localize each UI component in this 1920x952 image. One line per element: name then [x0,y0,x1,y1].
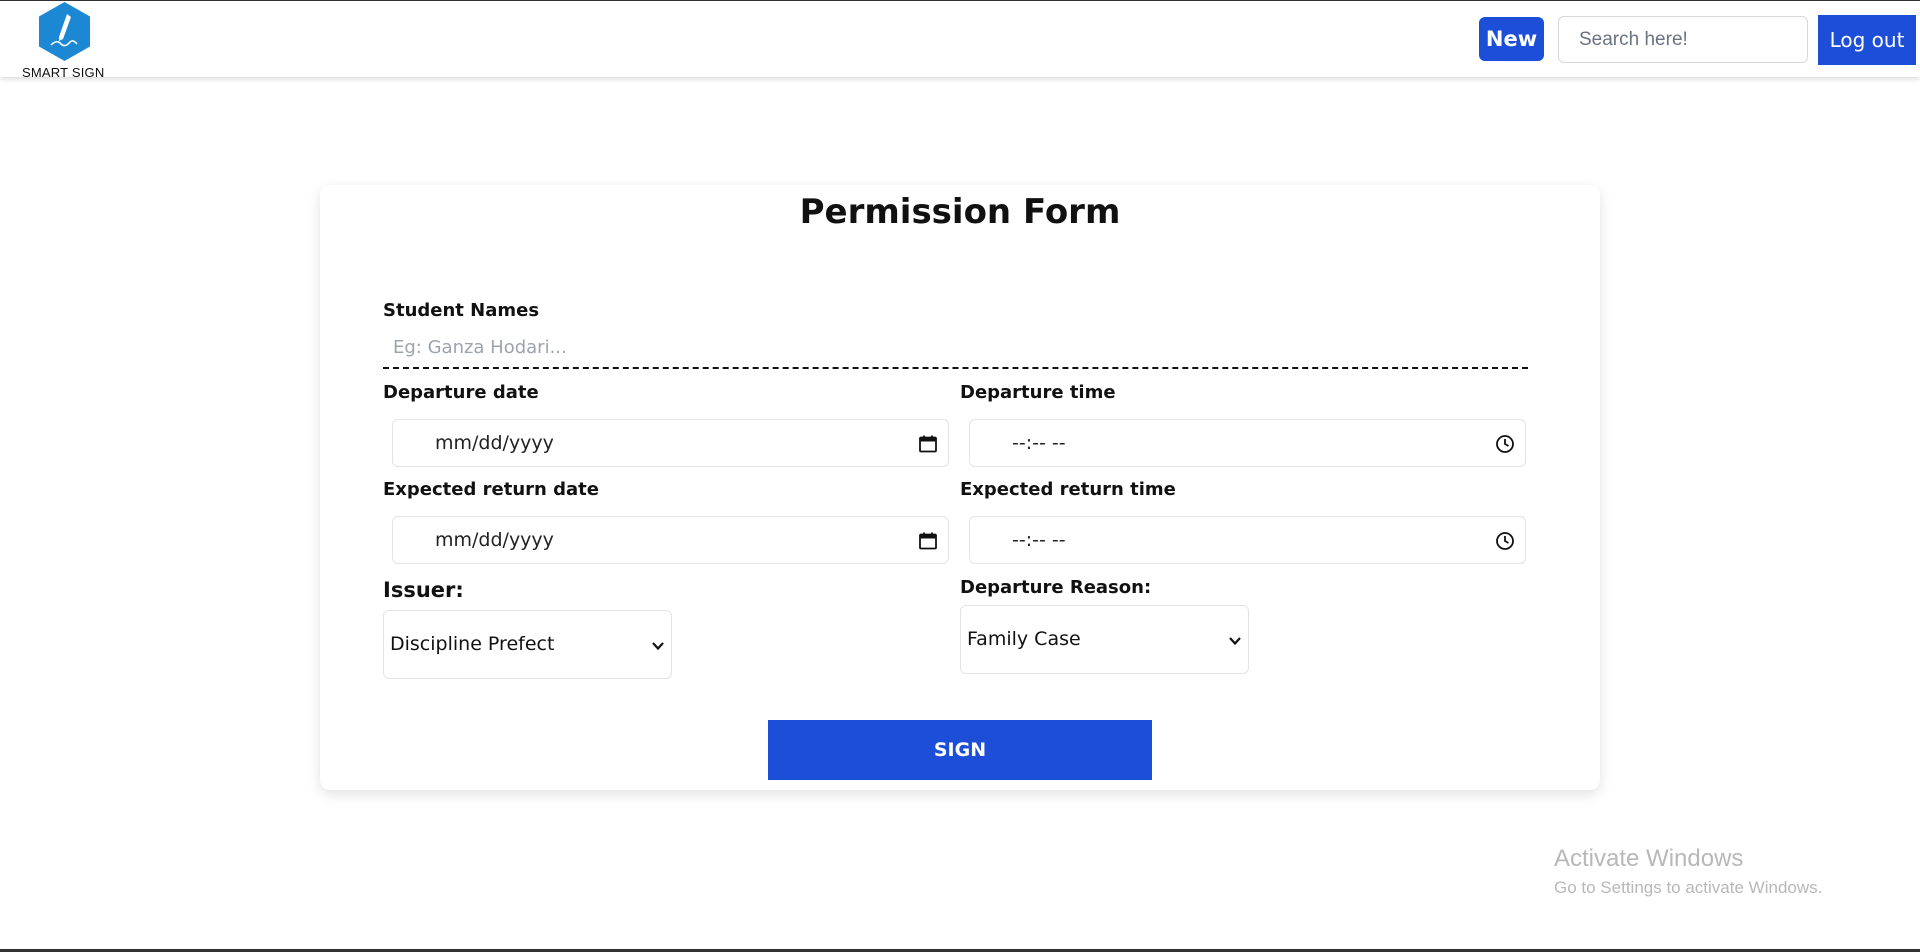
sign-button[interactable]: SIGN [768,720,1152,780]
student-names-input[interactable]: Eg: Ganza Hodari... [383,337,1528,369]
issuer-label: Issuer: [383,578,464,602]
departure-reason-value: Family Case [967,628,1081,650]
calendar-icon[interactable] [918,434,938,454]
departure-date-input[interactable]: mm/dd/yyyy [392,419,949,467]
activate-windows-title: Activate Windows [1554,845,1744,872]
departure-time-input[interactable]: --:-- -- [969,419,1526,467]
departure-time-value: --:-- -- [1012,432,1066,454]
clock-icon[interactable] [1495,434,1515,454]
activate-windows-subtitle: Go to Settings to activate Windows. [1554,878,1823,897]
issuer-select[interactable]: Discipline Prefect [383,610,672,679]
student-names-placeholder: Eg: Ganza Hodari... [393,337,567,358]
logout-button[interactable]: Log out [1818,15,1916,65]
return-date-label: Expected return date [383,479,599,500]
search-input[interactable]: Search here! [1558,16,1808,63]
departure-reason-select[interactable]: Family Case [960,605,1249,674]
departure-date-label: Departure date [383,382,539,403]
chevron-down-icon [1229,637,1241,646]
return-date-input[interactable]: mm/dd/yyyy [392,516,949,564]
return-time-value: --:-- -- [1012,529,1066,551]
calendar-icon[interactable] [918,531,938,551]
return-time-label: Expected return time [960,479,1176,500]
departure-time-label: Departure time [960,382,1116,403]
search-placeholder: Search here! [1579,28,1688,50]
chevron-down-icon [652,642,664,651]
student-names-label: Student Names [383,300,540,321]
departure-reason-label: Departure Reason: [960,577,1152,598]
departure-date-value: mm/dd/yyyy [435,432,554,454]
return-time-input[interactable]: --:-- -- [969,516,1526,564]
issuer-value: Discipline Prefect [390,633,555,655]
new-button[interactable]: New [1479,17,1544,61]
top-navbar: SMART SIGN New Search here! Log out [0,0,1920,80]
return-date-value: mm/dd/yyyy [435,529,554,551]
clock-icon[interactable] [1495,531,1515,551]
brand-name: SMART SIGN [22,65,105,80]
brand[interactable]: SMART SIGN [20,1,110,80]
page-title: Permission Form [799,192,1121,232]
pen-logo-icon [39,2,90,61]
